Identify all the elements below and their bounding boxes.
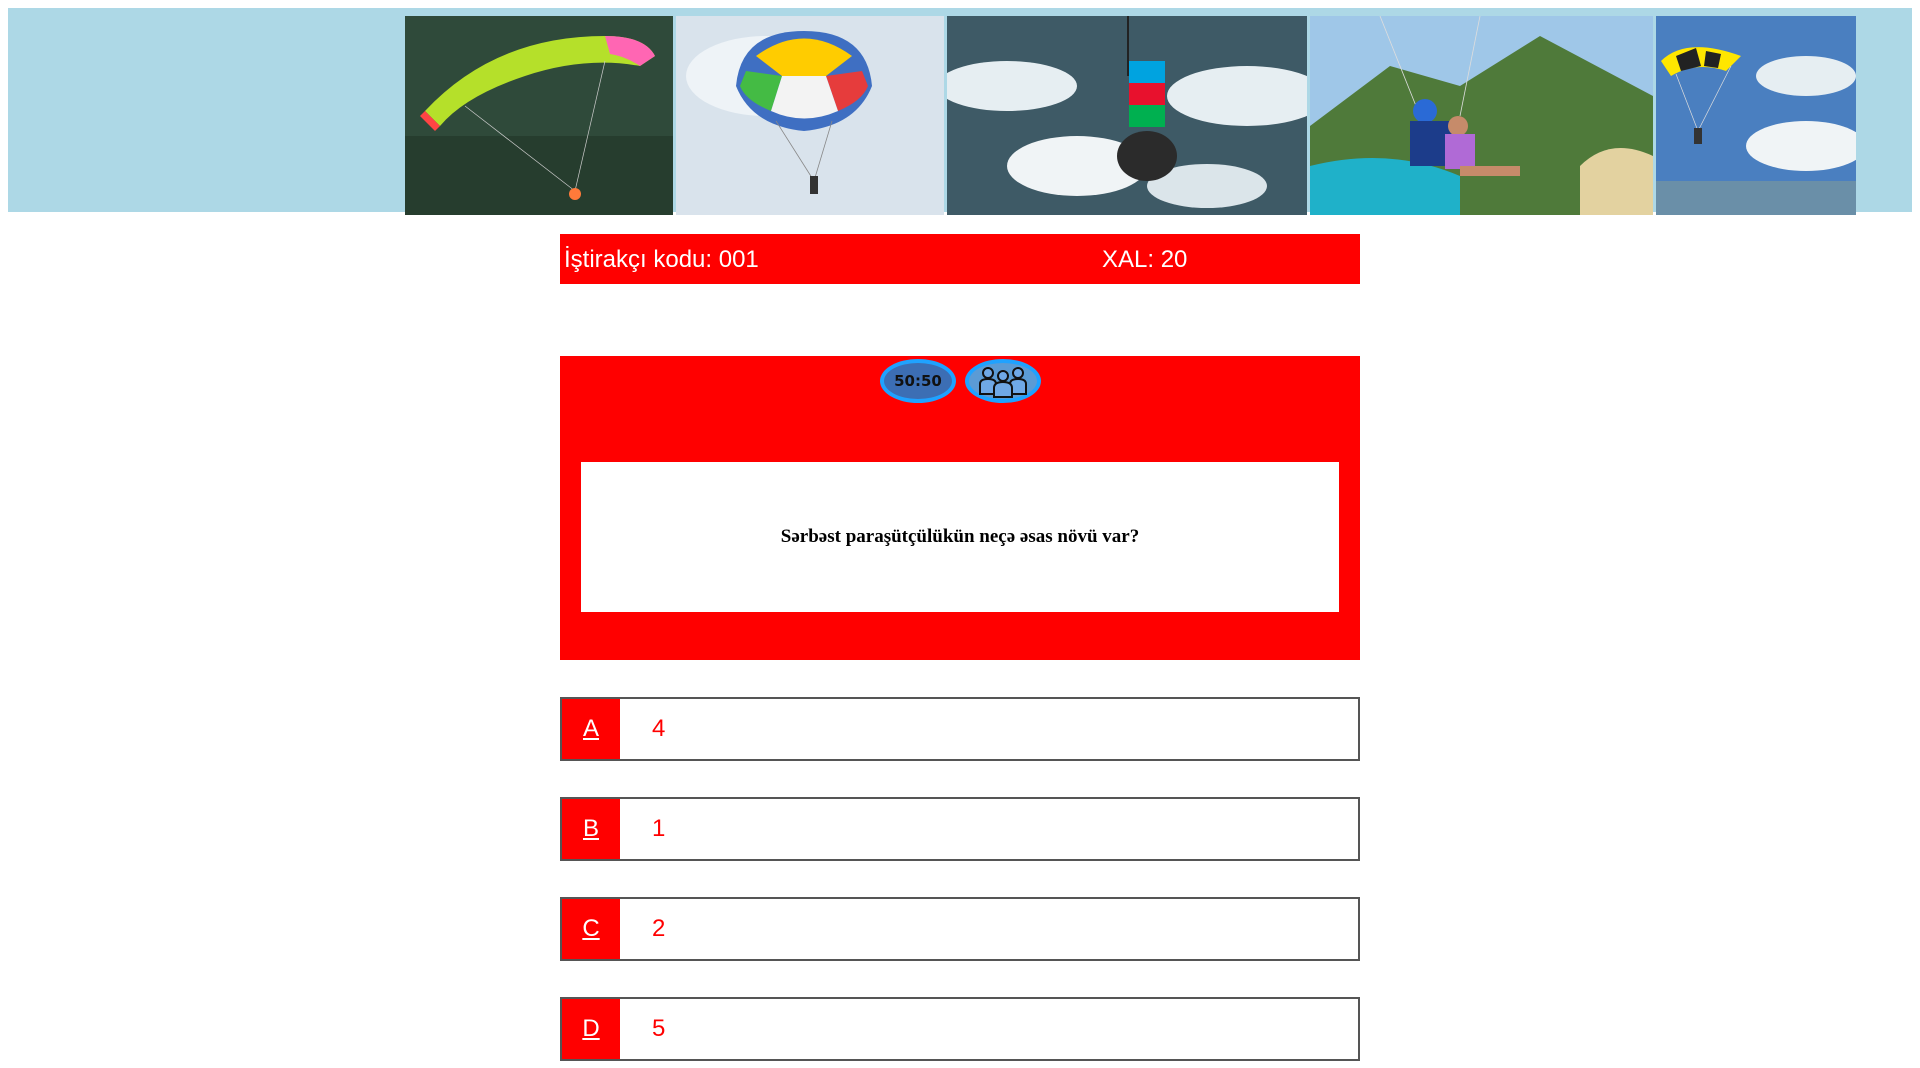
answer-text-b: 1 [652,815,666,842]
fifty-fifty-label: 50:50 [894,372,942,390]
answer-option-b[interactable]: B 1 [560,797,1360,861]
answer-letter-a[interactable]: A [562,699,620,759]
question-text: Sərbəst paraşütçülükün neçə əsas növü va… [581,462,1339,612]
banner-photo-flag-skydiver [947,16,1307,215]
audience-icon [979,367,1027,398]
header-banner [8,8,1912,215]
answer-option-c[interactable]: C 2 [560,897,1360,961]
answer-text-a: 4 [652,715,666,742]
answer-option-a[interactable]: A 4 [560,697,1360,761]
banner-photo-parachute-sea [1656,16,1856,215]
question-panel: 50:50 Sərbəst paraşütçülükün neçə əsas n… [560,356,1360,660]
answer-letter-c[interactable]: C [562,899,620,959]
answer-letter-d[interactable]: D [562,999,620,1059]
score-display: XAL: 20 [1102,246,1188,273]
participant-code: İştirakçı kodu: 001 [564,246,759,273]
answer-letter-b[interactable]: B [562,799,620,859]
fifty-fifty-button[interactable]: 50:50 [880,359,956,403]
banner-photo-paraglider-forest [405,16,673,215]
banner-photo-tandem-bay [1310,16,1653,215]
participant-info-bar: İştirakçı kodu: 001 XAL: 20 [560,234,1360,284]
answer-text-d: 5 [652,1015,666,1042]
answer-option-d[interactable]: D 5 [560,997,1360,1061]
banner-photo-round-parachute [676,16,944,215]
audience-help-button[interactable] [965,359,1041,403]
answer-text-c: 2 [652,915,666,942]
